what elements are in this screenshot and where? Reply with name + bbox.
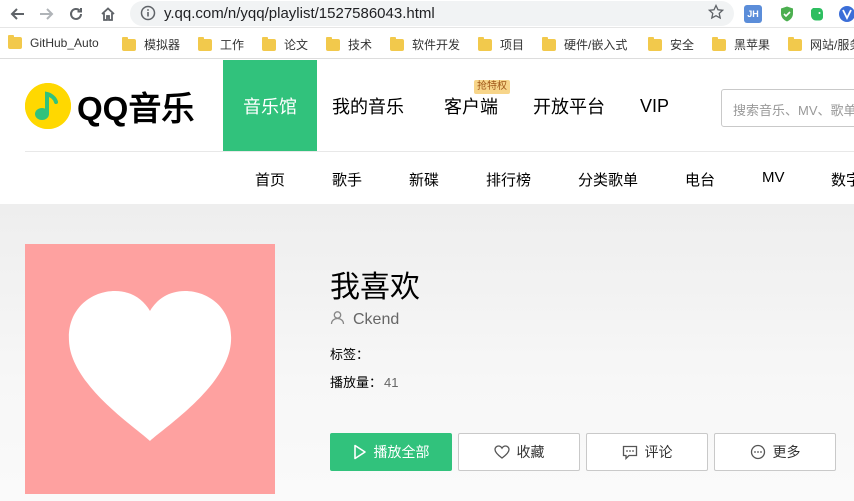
search-input[interactable]: 搜索音乐、MV、歌单 [721, 89, 854, 127]
folder-icon [122, 36, 136, 51]
bookmarks-bar: GitHub_Auto 模拟器 工作 论文 技术 软件开发 项目 硬件/嵌入式 … [0, 29, 854, 59]
play-count-value: 41 [384, 375, 399, 390]
playlist-cover[interactable] [25, 244, 275, 494]
bookmark-label: 论文 [284, 38, 309, 52]
bookmark-label: 工作 [220, 38, 245, 52]
tags-label: 标签： [330, 347, 370, 362]
subnav-radio[interactable]: 电台 [685, 169, 715, 190]
folder-icon [712, 36, 726, 51]
url-text: y.qq.com/n/yqq/playlist/1527586043.html [164, 5, 435, 22]
bookmark-label: 安全 [670, 38, 695, 52]
play-icon [353, 444, 367, 460]
bookmark-folder[interactable]: 网站/服务 [788, 36, 854, 53]
evernote-extension-icon[interactable] [808, 5, 826, 23]
more-label: 更多 [772, 444, 801, 460]
bookmark-folder[interactable]: 项目 [478, 36, 524, 53]
bookmark-folder[interactable]: 软件开发 [390, 36, 460, 53]
bookmark-folder[interactable]: 论文 [262, 36, 308, 53]
folder-icon [8, 35, 22, 49]
address-bar[interactable]: y.qq.com/n/yqq/playlist/1527586043.html [130, 1, 734, 26]
folder-icon [262, 36, 276, 51]
bookmark-folder[interactable]: 硬件/嵌入式 [542, 36, 627, 53]
play-all-button[interactable]: 播放全部 [330, 433, 452, 471]
main-nav: 音乐馆 我的音乐 客户端 抢特权 开放平台 VIP [223, 60, 689, 152]
folder-icon [788, 36, 802, 51]
subnav-categories[interactable]: 分类歌单 [578, 169, 638, 190]
bookmark-folder[interactable]: GitHub_Auto [8, 35, 99, 50]
qq-music-logo[interactable]: QQ音乐 [25, 82, 194, 130]
subnav-home[interactable]: 首页 [255, 169, 285, 190]
playlist-detail: 我喜欢 Ckend 标签： 播放量： 41 播放全部 收藏 评论 更多 [0, 204, 854, 501]
nav-my-music[interactable]: 我的音乐 [317, 60, 424, 152]
bookmark-label: 软件开发 [412, 38, 461, 52]
play-all-label: 播放全部 [373, 444, 430, 460]
subnav-digital-albums[interactable]: 数字专辑 [831, 169, 854, 190]
bookmark-label: GitHub_Auto [30, 36, 99, 50]
comment-label: 评论 [644, 444, 673, 460]
bookmark-folder[interactable]: 工作 [198, 36, 244, 53]
user-icon [330, 310, 345, 330]
folder-icon [390, 36, 404, 51]
forward-icon[interactable] [36, 4, 56, 24]
favorite-label: 收藏 [516, 444, 545, 460]
playlist-play-count: 播放量： 41 [330, 372, 398, 391]
nav-open-platform[interactable]: 开放平台 [518, 60, 625, 152]
playlist-creator[interactable]: Ckend [330, 310, 399, 330]
bookmark-folder[interactable]: 技术 [326, 36, 372, 53]
folder-icon [478, 36, 492, 51]
playlist-title: 我喜欢 [330, 271, 420, 304]
subnav-new-albums[interactable]: 新碟 [409, 169, 439, 190]
bookmark-label: 项目 [500, 38, 525, 52]
heart-icon [68, 291, 232, 441]
folder-icon [326, 36, 340, 51]
playlist-tags: 标签： [330, 344, 371, 363]
subnav-singers[interactable]: 歌手 [332, 169, 362, 190]
bookmark-folder[interactable]: 安全 [648, 36, 694, 53]
home-icon[interactable] [98, 4, 118, 24]
back-icon[interactable] [8, 4, 28, 24]
subnav-charts[interactable]: 排行榜 [486, 169, 531, 190]
bookmark-label: 模拟器 [144, 38, 181, 52]
privilege-badge: 抢特权 [474, 80, 510, 94]
favorite-button[interactable]: 收藏 [458, 433, 580, 471]
browser-toolbar: y.qq.com/n/yqq/playlist/1527586043.html … [0, 0, 854, 28]
bookmark-label: 黑苹果 [734, 38, 771, 52]
nav-client-label: 客户端 [444, 97, 498, 117]
nav-client[interactable]: 客户端 抢特权 [424, 60, 518, 152]
comment-button[interactable]: 评论 [586, 433, 708, 471]
extension-jh-icon[interactable]: JH [744, 5, 762, 23]
bookmark-label: 网站/服务 [810, 38, 854, 52]
bookmark-label: 技术 [348, 38, 373, 52]
folder-icon [198, 36, 212, 51]
info-icon[interactable] [140, 5, 156, 26]
more-icon [750, 444, 766, 460]
bookmark-folder[interactable]: 模拟器 [122, 36, 180, 53]
bookmark-star-icon[interactable] [707, 3, 725, 25]
folder-icon [648, 36, 662, 51]
vpn-extension-icon[interactable] [838, 5, 854, 23]
nav-music-hall[interactable]: 音乐馆 [223, 60, 317, 152]
play-count-label: 播放量： [330, 375, 383, 390]
creator-name: Ckend [353, 311, 400, 328]
reload-icon[interactable] [66, 4, 86, 24]
more-button[interactable]: 更多 [714, 433, 836, 471]
nav-vip[interactable]: VIP [625, 60, 689, 152]
bookmark-label: 硬件/嵌入式 [564, 38, 628, 52]
comment-icon [622, 445, 638, 460]
site-header: QQ音乐 音乐馆 我的音乐 客户端 抢特权 开放平台 VIP 搜索音乐、MV、歌… [0, 60, 854, 152]
music-note-icon [25, 83, 71, 129]
heart-outline-icon [493, 445, 510, 459]
subnav-mv[interactable]: MV [762, 169, 785, 186]
folder-icon [542, 36, 556, 51]
sub-nav: 首页 歌手 新碟 排行榜 分类歌单 电台 MV 数字专辑 [0, 152, 854, 204]
logo-text: QQ音乐 [77, 90, 195, 127]
shield-extension-icon[interactable] [778, 5, 796, 23]
bookmark-folder[interactable]: 黑苹果 [712, 36, 770, 53]
